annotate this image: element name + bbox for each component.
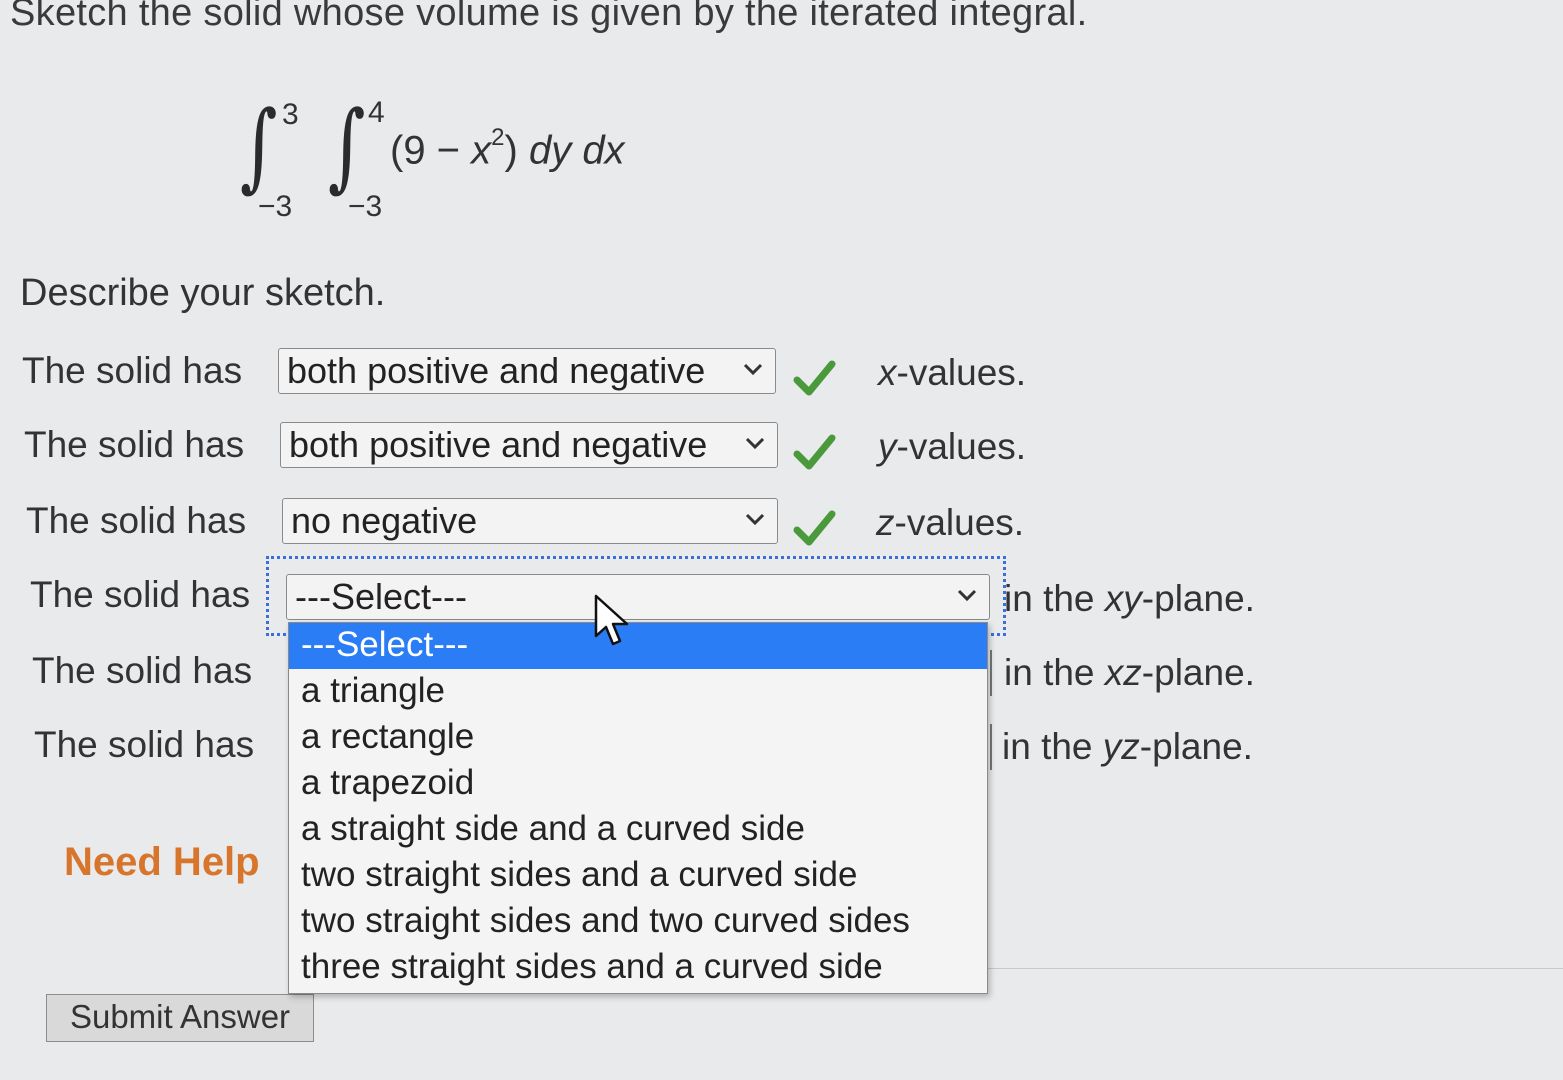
faint-divider [986, 968, 1563, 969]
row-yz-prefix: The solid has [34, 724, 255, 765]
chevron-down-icon [957, 589, 977, 602]
integrand-variable: x [471, 128, 492, 173]
mouse-pointer-icon [594, 594, 629, 646]
need-help-label: Need Help [64, 840, 260, 884]
row-x-suffix-rest: -values. [896, 352, 1027, 393]
row-xy-suffix-var: xy [1104, 578, 1142, 619]
row-xz-prefix: The solid has [32, 650, 253, 691]
dropdown-option-two-straight-curved[interactable]: two straight sides and a curved side [289, 853, 987, 899]
row-xz-suffix-rest: -plane. [1141, 652, 1255, 693]
row-x-prefix: The solid has [22, 350, 243, 391]
describe-prompt: Describe your sketch. [20, 272, 386, 314]
chevron-down-icon [745, 437, 765, 450]
dropdown-option-rectangle[interactable]: a rectangle [289, 715, 987, 761]
outer-integral-sign: ∫ [240, 90, 278, 202]
row-x-suffix: x-values. [878, 352, 1026, 394]
row-xy-suffix: in the xy-plane. [1004, 578, 1255, 620]
integrand-close: ) [504, 128, 529, 173]
dropdown-option-trapezoid[interactable]: a trapezoid [289, 761, 987, 807]
inner-lower-limit: −3 [348, 190, 383, 223]
submit-answer-button[interactable]: Submit Answer [46, 994, 314, 1042]
x-values-select[interactable]: both positive and negative [278, 348, 776, 394]
dropdown-option-two-straight-two-curved[interactable]: two straight sides and two curved sides [289, 899, 987, 945]
integrand: (9 − x2) dy dx [390, 124, 625, 173]
question-title: Sketch the solid whose volume is given b… [10, 0, 1088, 34]
iterated-integral: ∫ 3 −3 ∫ 4 −3 (9 − x2) dy dx [230, 90, 710, 230]
row-z-suffix-rest: -values. [894, 502, 1025, 543]
xz-plane-select-edge[interactable] [990, 650, 992, 696]
y-values-selected: both positive and negative [289, 424, 708, 465]
row-y-suffix: y-values. [878, 426, 1026, 468]
row-x-suffix-var: x [878, 352, 897, 393]
row-xy-suffix-rest: -plane. [1141, 578, 1255, 619]
integrand-open: (9 − [390, 128, 472, 173]
checkmark-icon [793, 360, 836, 396]
inner-integral-sign: ∫ [328, 90, 366, 202]
dropdown-option-triangle[interactable]: a triangle [289, 669, 987, 715]
outer-lower-limit: −3 [258, 190, 293, 223]
inner-upper-limit: 4 [368, 96, 385, 129]
row-y-suffix-var: y [878, 426, 897, 467]
x-values-selected: both positive and negative [287, 350, 706, 391]
row-xz-suffix-pre: in the [1004, 652, 1105, 693]
row-z-suffix-var: z [876, 502, 895, 543]
row-yz-suffix-pre: in the [1002, 726, 1103, 767]
integrand-exponent: 2 [491, 124, 505, 151]
dropdown-option-straight-curved[interactable]: a straight side and a curved side [289, 807, 987, 853]
row-y-prefix: The solid has [24, 424, 245, 465]
dropdown-option-select[interactable]: ---Select--- [289, 623, 987, 669]
checkmark-icon [793, 510, 836, 546]
z-values-select[interactable]: no negative [282, 498, 778, 544]
row-yz-suffix-rest: -plane. [1139, 726, 1253, 767]
outer-upper-limit: 3 [282, 98, 299, 131]
dropdown-option-three-straight-curved[interactable]: three straight sides and a curved side [289, 945, 987, 991]
xy-plane-selected: ---Select--- [295, 576, 467, 617]
row-yz-suffix-var: yz [1102, 726, 1140, 767]
differentials: dy dx [528, 128, 625, 173]
chevron-down-icon [743, 363, 763, 376]
z-values-selected: no negative [291, 500, 478, 541]
y-values-select[interactable]: both positive and negative [280, 422, 778, 468]
row-xy-suffix-pre: in the [1004, 578, 1105, 619]
row-xz-suffix: in the xz-plane. [1004, 652, 1255, 694]
yz-plane-select-edge[interactable] [990, 724, 992, 770]
row-y-suffix-rest: -values. [896, 426, 1027, 467]
row-z-prefix: The solid has [26, 500, 247, 541]
row-z-suffix: z-values. [876, 502, 1024, 544]
row-yz-suffix: in the yz-plane. [1002, 726, 1253, 768]
dropdown-list[interactable]: ---Select--- a triangle a rectangle a tr… [288, 622, 988, 994]
row-xy-prefix: The solid has [30, 574, 251, 615]
row-xz-suffix-var: xz [1104, 652, 1142, 693]
chevron-down-icon [745, 513, 765, 526]
checkmark-icon [793, 434, 836, 470]
xy-plane-select[interactable]: ---Select--- [286, 574, 990, 620]
